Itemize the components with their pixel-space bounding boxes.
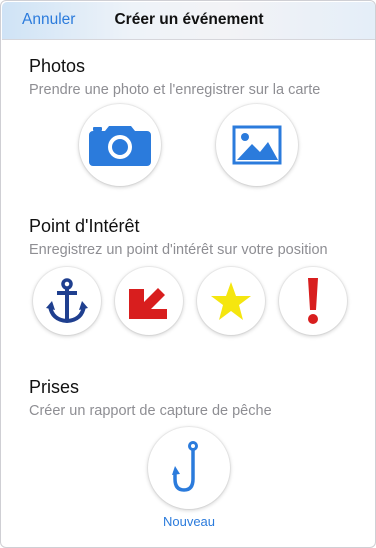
poi-alert-button[interactable] xyxy=(279,267,347,335)
catches-section-subtitle: Créer un rapport de capture de pêche xyxy=(29,403,272,419)
photos-section-subtitle: Prendre une photo et l'enregistrer sur l… xyxy=(29,82,321,98)
poi-arrow-button[interactable] xyxy=(115,267,183,335)
arrow-down-left-icon xyxy=(129,288,167,319)
page-title: Créer un événement xyxy=(114,11,264,28)
camera-icon xyxy=(89,126,151,166)
new-catch-label[interactable]: Nouveau xyxy=(149,514,229,529)
navigation-bar: Annuler Créer un événement xyxy=(2,2,375,40)
gallery-photo-button[interactable] xyxy=(216,104,298,186)
new-catch-button[interactable] xyxy=(148,427,230,509)
star-icon xyxy=(211,282,251,320)
take-photo-button[interactable] xyxy=(79,104,161,186)
poi-anchor-button[interactable] xyxy=(33,267,101,335)
poi-section-subtitle: Enregistrez un point d'intérêt sur votre… xyxy=(29,242,328,258)
catches-section-title: Prises xyxy=(29,377,80,397)
event-creation-screen: Annuler Créer un événement Photos Prendr… xyxy=(0,0,376,548)
fish-hook-icon xyxy=(172,441,198,492)
photos-section-title: Photos xyxy=(29,56,86,76)
anchor-icon xyxy=(46,278,88,324)
poi-star-button[interactable] xyxy=(197,267,265,335)
poi-section-title: Point d'Intérêt xyxy=(29,216,140,236)
exclamation-icon xyxy=(308,278,318,324)
image-gallery-icon xyxy=(232,125,282,165)
